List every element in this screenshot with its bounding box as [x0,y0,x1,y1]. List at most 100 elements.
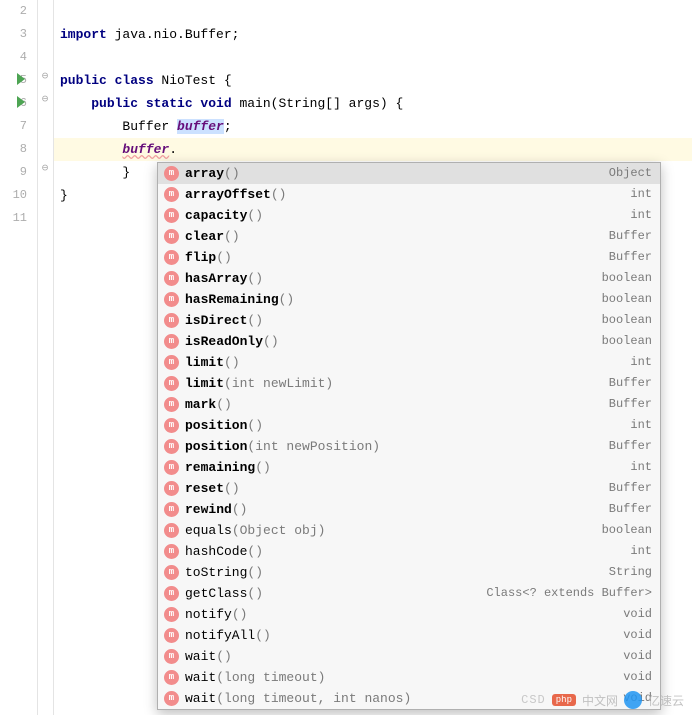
autocomplete-item[interactable]: mwait()void [158,646,660,667]
method-params: (long timeout, int nanos) [216,688,411,709]
code-text: java.nio.Buffer; [107,27,240,42]
method-name: getClass [185,583,247,604]
return-type: int [630,541,652,562]
method-params: () [247,268,263,289]
return-type: void [623,667,652,688]
method-icon: m [164,229,179,244]
autocomplete-item[interactable]: mremaining()int [158,457,660,478]
method-icon: m [164,439,179,454]
method-name: arrayOffset [185,184,271,205]
keyword: import [60,27,107,42]
method-name: wait [185,688,216,709]
code-text: ; [224,119,232,134]
return-type: void [623,625,652,646]
return-type: Buffer [609,247,652,268]
method-params: (long timeout) [216,667,325,688]
return-type: void [623,646,652,667]
method-params: () [263,331,279,352]
autocomplete-item[interactable]: mposition(int newPosition)Buffer [158,436,660,457]
method-icon: m [164,502,179,517]
autocomplete-item[interactable]: mrewind()Buffer [158,499,660,520]
method-name: remaining [185,457,255,478]
fold-icon[interactable]: ⊖ [40,73,50,83]
method-name: isReadOnly [185,331,263,352]
method-name: clear [185,226,224,247]
method-icon: m [164,166,179,181]
autocomplete-item[interactable]: marray()Object [158,163,660,184]
keyword: public class [60,73,154,88]
method-params: () [247,541,263,562]
code-line[interactable] [54,0,692,23]
code-line[interactable] [54,46,692,69]
autocomplete-item[interactable]: misReadOnly()boolean [158,331,660,352]
return-type: int [630,415,652,436]
method-name: wait [185,646,216,667]
method-icon: m [164,523,179,538]
autocomplete-item[interactable]: mclear() Buffer [158,226,660,247]
autocomplete-popup[interactable]: marray()ObjectmarrayOffset()intmcapacity… [157,162,661,710]
line-number: 4 [0,46,27,69]
method-name: equals [185,520,232,541]
return-type: boolean [602,268,652,289]
method-name: hashCode [185,541,247,562]
method-params: () [216,394,232,415]
autocomplete-item[interactable]: mlimit(int newLimit)Buffer [158,373,660,394]
method-params: () [232,499,248,520]
method-name: limit [185,373,224,394]
method-name: wait [185,667,216,688]
return-type: Buffer [609,499,652,520]
autocomplete-item[interactable]: mmark()Buffer [158,394,660,415]
fold-icon[interactable]: ⊖ [40,165,50,175]
autocomplete-item[interactable]: mhasRemaining()boolean [158,289,660,310]
autocomplete-item[interactable]: mwait(long timeout)void [158,667,660,688]
autocomplete-item[interactable]: mlimit()int [158,352,660,373]
return-type: boolean [602,310,652,331]
method-name: hasArray [185,268,247,289]
autocomplete-item[interactable]: mequals(Object obj)boolean [158,520,660,541]
code-line[interactable]: public class NioTest { [54,69,692,92]
autocomplete-item[interactable]: mreset()Buffer [158,478,660,499]
method-icon: m [164,565,179,580]
autocomplete-item[interactable]: mnotifyAll()void [158,625,660,646]
method-params: () [224,226,240,247]
method-icon: m [164,355,179,370]
code-line[interactable]: public static void main(String[] args) { [54,92,692,115]
run-gutter-icon[interactable] [17,73,25,85]
code-line-current[interactable]: buffer. [54,138,692,161]
return-type: int [630,457,652,478]
method-icon: m [164,607,179,622]
return-type: Buffer [609,373,652,394]
method-icon: m [164,460,179,475]
method-icon: m [164,313,179,328]
autocomplete-item[interactable]: mgetClass()Class<? extends Buffer> [158,583,660,604]
method-icon: m [164,250,179,265]
code-line[interactable]: import java.nio.Buffer; [54,23,692,46]
method-icon: m [164,208,179,223]
autocomplete-item[interactable]: mnotify()void [158,604,660,625]
autocomplete-item[interactable]: mhasArray()boolean [158,268,660,289]
autocomplete-item[interactable]: mhashCode()int [158,541,660,562]
method-params: () [247,310,263,331]
method-icon: m [164,292,179,307]
method-name: notify [185,604,232,625]
watermark-text: CSD [521,693,546,707]
autocomplete-item[interactable]: mflip()Buffer [158,247,660,268]
watermark-text: 中文网 [582,692,618,709]
fold-icon[interactable]: ⊖ [40,96,50,106]
autocomplete-item[interactable]: misDirect()boolean [158,310,660,331]
run-gutter-icon[interactable] [17,96,25,108]
code-text: main [232,96,271,111]
line-number: 6 [0,92,27,115]
return-type: boolean [602,289,652,310]
autocomplete-item[interactable]: mtoString()String [158,562,660,583]
variable-selection: buffer [177,119,224,134]
method-name: mark [185,394,216,415]
line-number: 2 [0,0,27,23]
autocomplete-item[interactable]: marrayOffset()int [158,184,660,205]
code-line[interactable]: Buffer buffer; [54,115,692,138]
return-type: Buffer [609,226,652,247]
autocomplete-item[interactable]: mposition()int [158,415,660,436]
line-number: 8 [0,138,27,161]
method-name: array [185,163,224,184]
autocomplete-item[interactable]: mcapacity()int [158,205,660,226]
